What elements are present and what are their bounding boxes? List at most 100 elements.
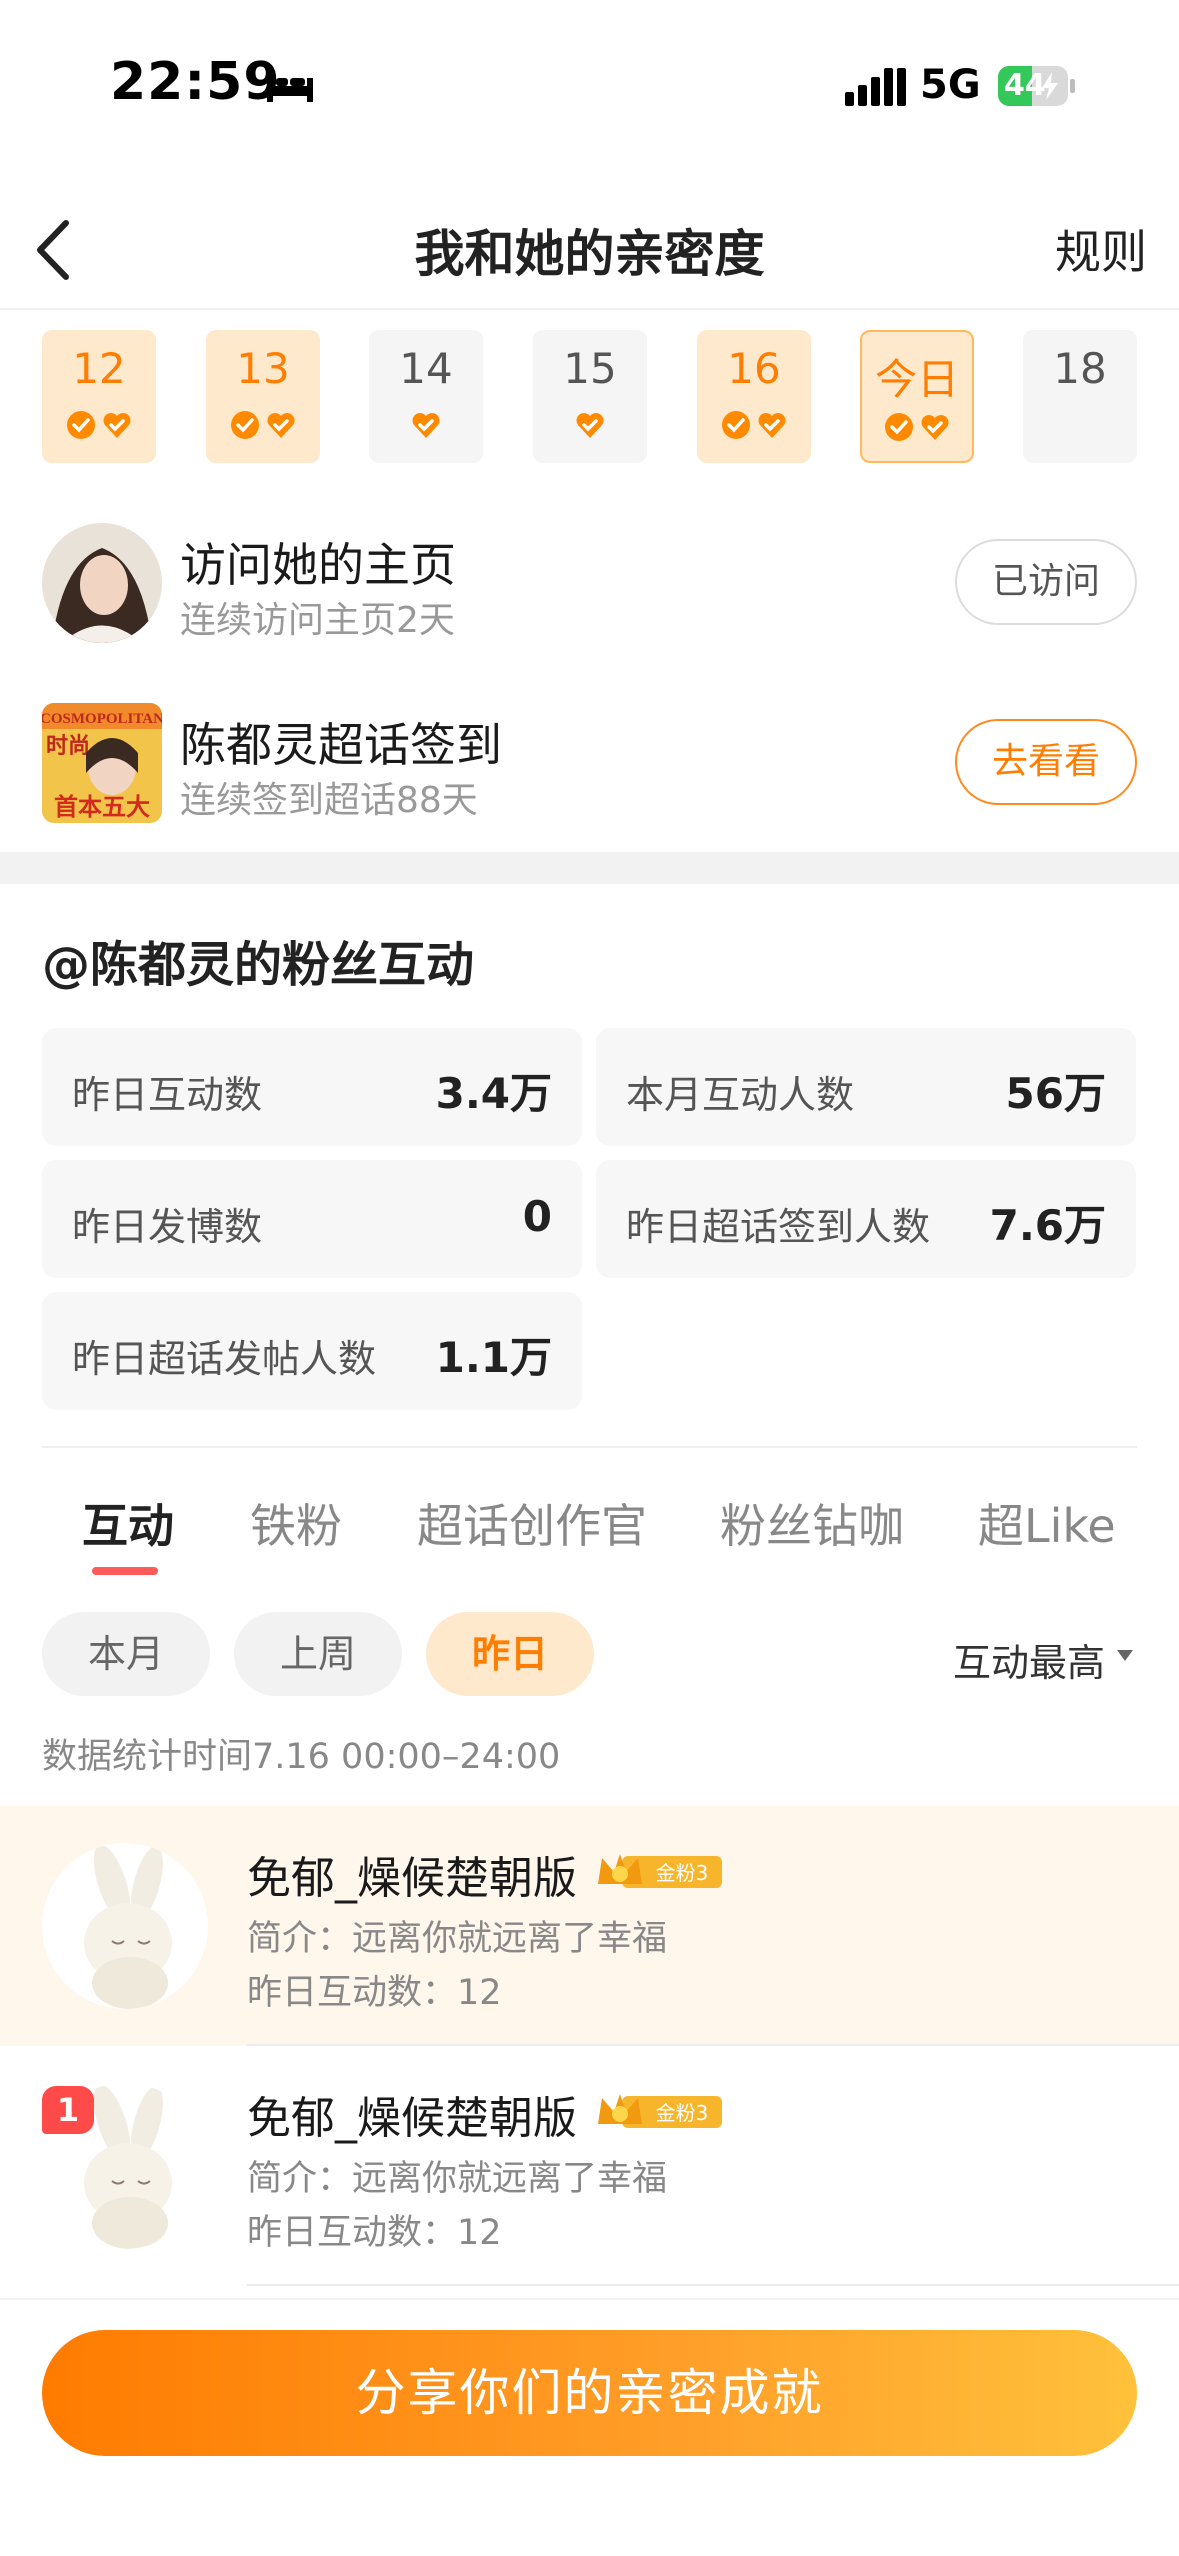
date-label: 18 bbox=[1053, 344, 1107, 393]
date-label: 14 bbox=[399, 344, 453, 393]
crown-icon: 金粉3 bbox=[598, 1854, 722, 1888]
rank-badge: 1 bbox=[42, 2086, 94, 2134]
gold-fan-badge: 金粉3 bbox=[596, 1850, 724, 1892]
date-cell-16[interactable]: 16 bbox=[697, 330, 811, 463]
tab-super-like[interactable]: 超Like bbox=[978, 1490, 1116, 1556]
sleep-focus-icon bbox=[267, 72, 313, 102]
filter-this-month[interactable]: 本月 bbox=[42, 1612, 210, 1696]
date-label: 16 bbox=[727, 344, 781, 393]
stat-card: 昨日互动数 3.4万 bbox=[42, 1028, 582, 1146]
topic-cover-image[interactable]: COSMOPOLITAN 时尚 首本五大 bbox=[42, 703, 162, 823]
rabbit-avatar-icon bbox=[42, 1843, 208, 2009]
cellular-signal-icon bbox=[845, 68, 906, 106]
check-badge-icon bbox=[231, 411, 259, 439]
stat-value: 0 bbox=[522, 1192, 552, 1241]
fan-badge-label: 金粉3 bbox=[656, 1861, 709, 1885]
tab-topic-creator[interactable]: 超话创作官 bbox=[417, 1490, 647, 1556]
stat-card: 昨日超话签到人数 7.6万 bbox=[596, 1160, 1136, 1278]
date-cell-15[interactable]: 15 bbox=[533, 330, 647, 463]
date-cell-13[interactable]: 13 bbox=[206, 330, 320, 463]
divider-line bbox=[42, 1446, 1137, 1448]
stat-time-note: 数据统计时间7.16 00:00–24:00 bbox=[42, 1737, 561, 1777]
nav-bar: 我和她的亲密度 规则 bbox=[0, 190, 1179, 310]
check-badge-icon bbox=[885, 413, 913, 441]
task-title: 访问她的主页 bbox=[180, 538, 456, 592]
stat-card: 昨日发博数 0 bbox=[42, 1160, 582, 1278]
fan-name[interactable]: 免郁_燥候楚朝版 bbox=[247, 2082, 577, 2146]
fan-interaction-count: 昨日互动数：12 bbox=[247, 2213, 502, 2253]
tab-iron-fans[interactable]: 铁粉 bbox=[250, 1490, 342, 1556]
avatar[interactable] bbox=[42, 523, 162, 643]
share-achievement-button[interactable]: 分享你们的亲密成就 bbox=[42, 2330, 1137, 2456]
list-item[interactable]: 免郁_燥候楚朝版 金粉3 简介：远离你就远离了幸福 昨日互动数：12 bbox=[0, 1806, 1179, 2046]
date-label: 13 bbox=[236, 344, 290, 393]
stat-label: 本月互动人数 bbox=[626, 1073, 855, 1117]
date-cell-14[interactable]: 14 bbox=[369, 330, 483, 463]
cover-text-top: COSMOPOLITAN bbox=[42, 711, 162, 727]
list-item[interactable]: 1 免郁_燥候楚朝版 金粉3 简介：远离你就远离了幸福 昨日互动数：12 bbox=[0, 2046, 1179, 2286]
stat-card: 昨日超话发帖人数 1.1万 bbox=[42, 1292, 582, 1410]
battery-level: 44 bbox=[1004, 68, 1046, 103]
network-type: 5G bbox=[920, 62, 981, 108]
fan-section-title: @陈都灵的粉丝互动 bbox=[42, 937, 475, 993]
stat-card: 本月互动人数 56万 bbox=[596, 1028, 1136, 1146]
caret-down-icon[interactable] bbox=[1115, 1645, 1135, 1665]
check-badge-icon bbox=[67, 411, 95, 439]
check-heart-icon bbox=[758, 413, 786, 438]
gold-fan-badge: 金粉3 bbox=[596, 2090, 724, 2132]
stat-value: 1.1万 bbox=[435, 1333, 552, 1382]
stat-value: 56万 bbox=[1005, 1069, 1106, 1118]
row-divider bbox=[247, 2284, 1179, 2286]
task-visit-homepage: 访问她的主页 连续访问主页2天 已访问 bbox=[42, 523, 1137, 648]
page-title: 我和她的亲密度 bbox=[414, 225, 765, 283]
check-heart-icon bbox=[412, 413, 440, 438]
status-time: 22:59 bbox=[110, 52, 281, 112]
date-cell-18[interactable]: 18 bbox=[1023, 330, 1137, 463]
fan-name[interactable]: 免郁_燥候楚朝版 bbox=[247, 1842, 577, 1906]
stat-value: 7.6万 bbox=[989, 1201, 1106, 1250]
tab-fan-diamond[interactable]: 粉丝钻咖 bbox=[720, 1490, 904, 1556]
status-bar: 22:59 5G 44 bbox=[0, 0, 1179, 170]
date-cell-12[interactable]: 12 bbox=[42, 330, 156, 463]
avatar-photo-icon bbox=[42, 523, 162, 643]
stat-label: 昨日超话发帖人数 bbox=[72, 1337, 377, 1381]
go-see-button[interactable]: 去看看 bbox=[955, 719, 1137, 805]
check-heart-icon bbox=[921, 415, 949, 440]
bottom-action-bar: 分享你们的亲密成就 bbox=[0, 2298, 1179, 2556]
active-tab-indicator bbox=[92, 1567, 158, 1575]
task-super-topic-checkin: COSMOPOLITAN 时尚 首本五大 陈都灵超话签到 连续签到超话88天 去… bbox=[42, 703, 1137, 828]
fan-bio: 简介：远离你就远离了幸福 bbox=[247, 2159, 668, 2199]
fan-interaction-count: 昨日互动数：12 bbox=[247, 1973, 502, 2013]
section-divider bbox=[0, 852, 1179, 884]
stat-value: 3.4万 bbox=[435, 1069, 552, 1118]
cover-text-bottom: 首本五大 bbox=[54, 793, 150, 821]
battery-indicator: 44 bbox=[998, 66, 1076, 106]
visited-button[interactable]: 已访问 bbox=[955, 539, 1137, 625]
stat-label: 昨日互动数 bbox=[72, 1073, 263, 1117]
task-title: 陈都灵超话签到 bbox=[180, 718, 502, 772]
check-heart-icon bbox=[267, 413, 295, 438]
sort-dropdown[interactable]: 互动最高 bbox=[953, 1632, 1105, 1687]
date-label: 今日 bbox=[874, 355, 959, 404]
date-label: 12 bbox=[72, 344, 126, 393]
stat-label: 昨日超话签到人数 bbox=[626, 1205, 931, 1249]
date-cell-today[interactable]: 今日 bbox=[860, 330, 974, 463]
cover-text-side: 时尚 bbox=[46, 733, 90, 758]
magazine-cover-icon: COSMOPOLITAN 时尚 首本五大 bbox=[42, 703, 162, 823]
filter-yesterday[interactable]: 昨日 bbox=[426, 1612, 594, 1696]
task-subtitle: 连续签到超话88天 bbox=[180, 780, 478, 821]
check-heart-icon bbox=[576, 413, 604, 438]
date-label: 15 bbox=[563, 344, 617, 393]
fan-bio: 简介：远离你就远离了幸福 bbox=[247, 1919, 668, 1959]
check-heart-icon bbox=[103, 413, 131, 438]
check-badge-icon bbox=[722, 411, 750, 439]
avatar[interactable] bbox=[42, 1843, 208, 2009]
task-subtitle: 连续访问主页2天 bbox=[180, 600, 455, 641]
filter-last-week[interactable]: 上周 bbox=[234, 1612, 402, 1696]
stat-label: 昨日发博数 bbox=[72, 1205, 263, 1249]
fan-badge-label: 金粉3 bbox=[656, 2101, 709, 2125]
check-in-calendar: 12 13 14 15 16 今日 18 bbox=[42, 330, 1142, 465]
crown-icon: 金粉3 bbox=[598, 2094, 722, 2128]
tab-interaction[interactable]: 互动 bbox=[82, 1490, 174, 1556]
rules-link[interactable]: 规则 bbox=[1055, 216, 1147, 282]
